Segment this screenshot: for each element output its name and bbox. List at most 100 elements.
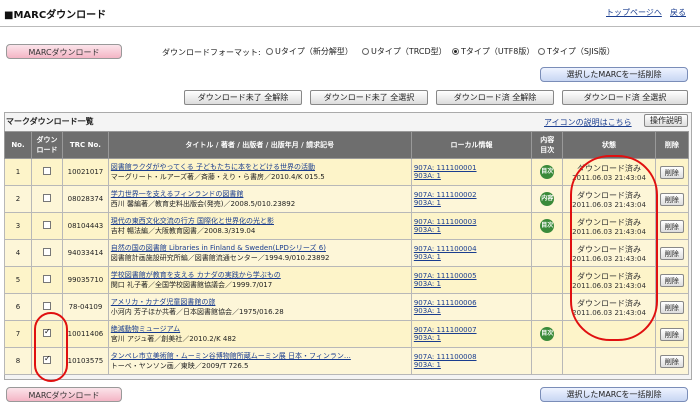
local-info-link[interactable]: 907A: 111100003 xyxy=(414,218,529,226)
format-option-label: Tタイプ（UTF8版） xyxy=(461,47,535,56)
row-number: 2 xyxy=(4,185,32,213)
local-info-link[interactable]: 907A: 111100002 xyxy=(414,191,529,199)
marc-download-button-bottom[interactable]: MARCダウンロード xyxy=(6,387,122,402)
title-link[interactable]: 現代の東西文化交流の行方 国際化と世界化の光と影 xyxy=(111,216,409,226)
delete-button[interactable]: 削除 xyxy=(659,219,684,233)
title-link[interactable]: 図書館ラクダがやってくる 子どもたちに本をとどける世界の活動 xyxy=(111,162,409,172)
row-number: 7 xyxy=(4,320,32,348)
download-checkbox[interactable] xyxy=(43,167,52,175)
trc-no: 78-04109 xyxy=(62,293,109,321)
local-info-link[interactable]: 903A: 1 xyxy=(414,361,529,369)
title-link[interactable]: タンペレ市立美術館・ムーミン谷博物館所蔵ムーミン展 日本・フィンラン… xyxy=(111,351,409,361)
local-info-link[interactable]: 903A: 1 xyxy=(414,172,529,180)
downloaded-select-all-button[interactable]: ダウンロード済 全選択 xyxy=(562,90,688,105)
delete-button[interactable]: 削除 xyxy=(659,165,684,179)
delete-button[interactable]: 削除 xyxy=(659,192,684,206)
download-checkbox[interactable] xyxy=(43,221,52,229)
download-checkbox-cell[interactable] xyxy=(30,212,64,240)
format-option-u-trcd[interactable]: Uタイプ（TRCD型） xyxy=(362,46,447,57)
local-info-link[interactable]: 907A: 111100008 xyxy=(414,353,529,361)
download-checkbox-cell[interactable] xyxy=(30,158,64,186)
local-info-cell: 907A: 111100001 903A: 1 xyxy=(410,158,533,186)
format-option-u-new[interactable]: Uタイプ（新分解型） xyxy=(266,46,353,57)
local-info-link[interactable]: 903A: 1 xyxy=(414,280,529,288)
radio-icon[interactable] xyxy=(538,48,545,55)
title-details: 宮川 アジュ著／創美社／2010.2/K 482 xyxy=(110,335,237,343)
undownloaded-deselect-all-button[interactable]: ダウンロード未了 全解除 xyxy=(184,90,302,105)
undownloaded-select-all-button[interactable]: ダウンロード未了 全選択 xyxy=(310,90,428,105)
page-title: ■MARCダウンロード xyxy=(4,10,107,21)
local-info-link[interactable]: 907A: 111100006 xyxy=(414,299,529,307)
local-info-link[interactable]: 903A: 1 xyxy=(414,199,529,207)
title-link[interactable]: アメリカ・カナダ児童図書館の旅 xyxy=(111,297,409,307)
download-checkbox-cell[interactable] xyxy=(30,239,64,267)
local-info-link[interactable]: 903A: 1 xyxy=(414,253,529,261)
format-label: ダウンロードフォーマット: xyxy=(162,48,261,57)
local-info-link[interactable]: 907A: 111100004 xyxy=(414,245,529,253)
delete-button[interactable]: 削除 xyxy=(659,354,684,368)
radio-icon[interactable] xyxy=(362,48,369,55)
row-number: 4 xyxy=(4,239,32,267)
bulk-delete-button-top[interactable]: 選択したMARCを一括削除 xyxy=(540,67,688,82)
radio-icon[interactable] xyxy=(266,48,273,55)
contents-badge-icon[interactable]: 目次 xyxy=(540,165,555,179)
contents-cell: 目次 xyxy=(531,212,564,240)
table-row: 8 10103575タンペレ市立美術館・ムーミン谷博物館所蔵ムーミン展 日本・フィ… xyxy=(4,347,690,375)
local-info-cell: 907A: 111100004 903A: 1 xyxy=(410,239,533,267)
status-highlight-oval xyxy=(570,155,658,341)
format-option-label: Tタイプ（SJIS版） xyxy=(547,47,615,56)
title-cell: 学校図書館が教育を支える カナダの実践から学ぶもの 関口 礼子著／全国学校図書館協… xyxy=(107,266,412,294)
bulk-delete-button-bottom[interactable]: 選択したMARCを一括削除 xyxy=(540,387,688,402)
title-link[interactable]: 学力世界一を支えるフィンランドの図書館 xyxy=(111,189,409,199)
download-checkbox[interactable] xyxy=(43,302,52,310)
downloaded-deselect-all-button[interactable]: ダウンロード済 全解除 xyxy=(436,90,554,105)
top-page-link[interactable]: トップページへ xyxy=(606,7,662,18)
local-info-cell: 907A: 111100003 903A: 1 xyxy=(410,212,533,240)
local-info-cell: 907A: 111100005 903A: 1 xyxy=(410,266,533,294)
contents-cell: 目次 xyxy=(531,320,564,348)
trc-no: 99035710 xyxy=(62,266,109,294)
local-info-link[interactable]: 903A: 1 xyxy=(414,307,529,315)
local-info-link[interactable]: 903A: 1 xyxy=(414,334,529,342)
delete-cell: 削除 xyxy=(654,158,690,186)
download-checkbox-cell[interactable] xyxy=(30,185,64,213)
title-cell: アメリカ・カナダ児童図書館の旅 小河内 芳子ほか共著／日本図書館協会／1975/0… xyxy=(107,293,412,321)
delete-button[interactable]: 削除 xyxy=(659,273,684,287)
title-link[interactable]: 自然の国の図書館 Libraries in Finland & Sweden(L… xyxy=(111,243,409,253)
trc-no: 08028374 xyxy=(62,185,109,213)
delete-button[interactable]: 削除 xyxy=(659,300,684,314)
title-link[interactable]: 絶滅動物ミュージアム xyxy=(111,324,409,334)
marc-download-button[interactable]: MARCダウンロード xyxy=(6,44,122,59)
download-checkbox[interactable] xyxy=(43,194,52,202)
delete-button[interactable]: 削除 xyxy=(659,246,684,260)
operation-help-button[interactable]: 操作説明 xyxy=(644,114,688,127)
local-info-link[interactable]: 907A: 111100007 xyxy=(414,326,529,334)
title-details: 小河内 芳子ほか共著／日本図書館協会／1975/016.28 xyxy=(110,308,284,316)
local-info-cell: 907A: 111100007 903A: 1 xyxy=(410,320,533,348)
local-info-link[interactable]: 907A: 111100001 xyxy=(414,164,529,172)
status-cell xyxy=(562,347,656,375)
download-checkbox-cell[interactable] xyxy=(30,266,64,294)
row-number: 8 xyxy=(4,347,32,375)
download-checkbox[interactable] xyxy=(43,275,52,283)
title-link[interactable]: 学校図書館が教育を支える カナダの実践から学ぶもの xyxy=(111,270,409,280)
download-checkbox[interactable] xyxy=(43,248,52,256)
delete-cell: 削除 xyxy=(654,293,690,321)
back-link[interactable]: 戻る xyxy=(670,7,686,18)
delete-cell: 削除 xyxy=(654,239,690,267)
contents-badge-icon[interactable]: 内容 xyxy=(540,192,555,206)
delete-button[interactable]: 削除 xyxy=(659,327,684,341)
local-info-link[interactable]: 907A: 111100005 xyxy=(414,272,529,280)
col-no: No. xyxy=(4,131,32,159)
contents-badge-icon[interactable]: 目次 xyxy=(540,327,555,341)
local-info-link[interactable]: 903A: 1 xyxy=(414,226,529,234)
icon-help-link[interactable]: アイコンの説明はこちら xyxy=(544,117,632,128)
format-option-t-sjis[interactable]: Tタイプ（SJIS版） xyxy=(538,46,615,57)
format-option-t-utf8[interactable]: Tタイプ（UTF8版） xyxy=(452,46,534,57)
trc-no: 10011406 xyxy=(62,320,109,348)
radio-selected-icon[interactable] xyxy=(452,48,459,55)
contents-badge-icon[interactable]: 目次 xyxy=(540,219,555,233)
row-number: 1 xyxy=(4,158,32,186)
col-title: タイトル / 著者 / 出版者 / 出版年月 / 請求記号 xyxy=(107,131,412,159)
title-details: 西川 馨編著／教育史料出版会(発売)／2008.5/010.23892 xyxy=(110,200,296,208)
